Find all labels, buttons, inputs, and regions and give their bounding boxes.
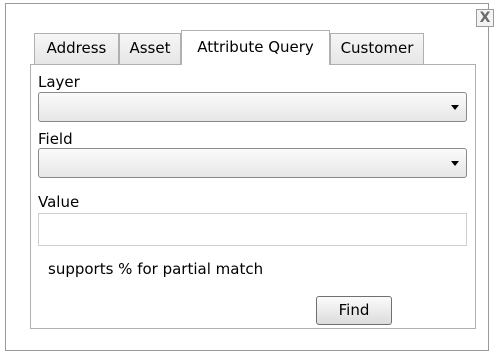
find-button[interactable]: Find <box>316 296 392 325</box>
tab-label: Customer <box>340 39 414 57</box>
tab-label: Asset <box>129 39 171 57</box>
partial-match-hint: supports % for partial match <box>48 260 264 278</box>
layer-label: Layer <box>38 73 80 91</box>
value-label: Value <box>38 193 80 211</box>
tab-label: Address <box>46 39 107 57</box>
chevron-down-icon <box>451 161 459 166</box>
tab-attribute-query[interactable]: Attribute Query <box>181 30 330 65</box>
layer-select[interactable] <box>38 92 467 122</box>
tab-asset[interactable]: Asset <box>119 33 181 64</box>
tab-label: Attribute Query <box>197 38 314 56</box>
find-button-label: Find <box>338 301 370 319</box>
field-label: Field <box>38 130 73 148</box>
close-button[interactable]: X <box>476 9 494 27</box>
tab-customer[interactable]: Customer <box>330 33 424 64</box>
field-select[interactable] <box>38 148 467 178</box>
chevron-down-icon <box>451 105 459 110</box>
close-icon: X <box>479 10 491 26</box>
value-input[interactable] <box>38 213 467 246</box>
tab-address[interactable]: Address <box>34 33 119 64</box>
